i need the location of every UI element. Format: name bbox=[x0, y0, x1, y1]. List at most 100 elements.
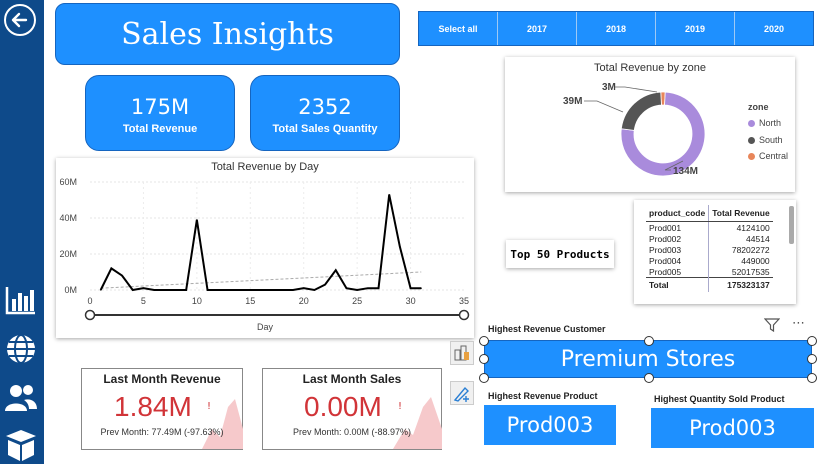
products-table[interactable]: product_code Total Revenue Prod001 41241… bbox=[634, 200, 796, 304]
series-line bbox=[99, 194, 422, 292]
resize-handle[interactable] bbox=[644, 373, 654, 383]
slicer-2017[interactable]: 2017 bbox=[498, 12, 577, 45]
legend-item-north[interactable]: North bbox=[748, 118, 781, 128]
slicer-2018[interactable]: 2018 bbox=[577, 12, 656, 45]
donut-chart-card[interactable]: Total Revenue by zone 3M 39M 134M zone Nor… bbox=[505, 57, 795, 192]
bar-chart-icon[interactable] bbox=[4, 283, 38, 317]
y-tick-label: 20M bbox=[59, 249, 77, 259]
y-tick-label: 60M bbox=[59, 177, 77, 187]
kpi-total-sales-quantity: 2352 Total Sales Quantity bbox=[250, 75, 400, 151]
data-point bbox=[110, 267, 112, 269]
resize-handle[interactable] bbox=[479, 336, 489, 346]
highest-quantity-product-card[interactable]: Prod003 bbox=[651, 408, 814, 448]
table-row[interactable]: Prod002 44514 bbox=[646, 233, 773, 244]
column-header[interactable]: Total Revenue bbox=[708, 205, 773, 222]
column-header[interactable]: product_code bbox=[646, 205, 709, 222]
table-row[interactable]: Prod004 449000 bbox=[646, 255, 773, 266]
kpi-total-revenue: 175M Total Revenue bbox=[85, 75, 235, 151]
x-tick-label: 20 bbox=[299, 296, 309, 306]
legend-dot bbox=[748, 137, 755, 145]
table-scrollbar[interactable] bbox=[789, 206, 794, 244]
last-month-revenue-card[interactable]: Last Month Revenue 1.84M ! Prev Month: 7… bbox=[81, 368, 243, 450]
zoom-slider-handle-right[interactable] bbox=[458, 309, 470, 321]
data-point bbox=[196, 219, 198, 221]
table-row[interactable]: Prod001 4124100 bbox=[646, 221, 773, 233]
format-brush-icon[interactable] bbox=[450, 381, 474, 405]
x-tick-label: 5 bbox=[141, 296, 146, 306]
data-point bbox=[377, 287, 380, 289]
card-value: 1.84M bbox=[114, 391, 192, 422]
legend-item-south[interactable]: South bbox=[748, 135, 783, 145]
data-point bbox=[292, 289, 294, 291]
data-point bbox=[217, 289, 219, 291]
card-value: 0.00M bbox=[304, 391, 382, 422]
resize-handle[interactable] bbox=[479, 354, 489, 364]
legend-label: Central bbox=[759, 151, 789, 161]
resize-handle[interactable] bbox=[807, 373, 817, 383]
data-point bbox=[356, 289, 358, 291]
highest-revenue-customer-label: Highest Revenue Customer bbox=[488, 324, 606, 334]
trend-line bbox=[100, 271, 422, 289]
highest-revenue-product-label: Highest Revenue Product bbox=[488, 391, 598, 401]
legend-label: North bbox=[759, 118, 782, 128]
data-point bbox=[388, 194, 390, 196]
x-tick-label: 25 bbox=[352, 296, 362, 306]
highest-revenue-product-card[interactable]: Prod003 bbox=[484, 405, 616, 445]
data-point bbox=[121, 275, 123, 277]
cell-product-code: Prod002 bbox=[649, 233, 682, 244]
line-chart-card[interactable]: Total Revenue by Day 60M 40M 20M 0M 0 5 10 15 20… bbox=[56, 158, 474, 338]
card-title: Last Month Sales bbox=[302, 372, 402, 386]
cell-product-code: Prod004 bbox=[649, 255, 682, 266]
data-point bbox=[228, 289, 230, 291]
resize-handle[interactable] bbox=[807, 336, 817, 346]
total-label: Total bbox=[646, 277, 709, 292]
card-subtitle: Prev Month: 77.49M (-97.63%) bbox=[100, 427, 224, 437]
visual-table-icon[interactable] bbox=[450, 341, 474, 365]
line-chart[interactable]: 60M 40M 20M 0M 0 5 10 15 20 25 30 35 bbox=[56, 158, 474, 338]
slicer-2020[interactable]: 2020 bbox=[735, 12, 813, 45]
data-point bbox=[399, 246, 401, 248]
data-point bbox=[281, 289, 283, 291]
last-month-sales-card[interactable]: Last Month Sales 0.00M ! Prev Month: 0.0… bbox=[262, 368, 442, 450]
card-subtitle: Prev Month: 0.00M (-88.97%) bbox=[292, 427, 412, 437]
y-tick-label: 40M bbox=[59, 213, 77, 223]
filter-icon[interactable] bbox=[763, 318, 781, 336]
box-icon[interactable] bbox=[4, 428, 38, 462]
warning-icon: ! bbox=[207, 401, 212, 412]
donut-leader-line bbox=[615, 86, 658, 93]
more-options-icon[interactable]: ⋯ bbox=[792, 316, 806, 331]
users-icon[interactable] bbox=[4, 381, 38, 415]
back-arrow-icon[interactable] bbox=[4, 4, 36, 36]
data-point bbox=[153, 289, 155, 291]
warning-icon: ! bbox=[398, 401, 403, 412]
cell-revenue: 4124100 bbox=[708, 221, 773, 233]
table-header-row: product_code Total Revenue bbox=[646, 205, 773, 222]
zoom-slider-handle-left[interactable] bbox=[84, 309, 96, 321]
resize-handle[interactable] bbox=[807, 354, 817, 364]
cell-product-code: Prod001 bbox=[649, 222, 682, 233]
table-total-row: Total 175323137 bbox=[646, 277, 773, 292]
table-row[interactable]: Prod003 78202272 bbox=[646, 244, 773, 255]
legend-label: South bbox=[759, 135, 783, 145]
x-tick-label: 35 bbox=[459, 296, 469, 306]
data-point bbox=[249, 289, 251, 291]
donut-slice-south bbox=[620, 91, 662, 131]
table-row[interactable]: Prod005 52017535 bbox=[646, 266, 773, 278]
data-point bbox=[206, 289, 209, 291]
slicer-select-all[interactable]: Select all bbox=[419, 12, 498, 45]
legend-dot bbox=[748, 120, 755, 128]
resize-handle[interactable] bbox=[479, 373, 489, 383]
legend-item-central[interactable]: Central bbox=[748, 151, 788, 161]
data-point bbox=[345, 287, 348, 289]
donut-data-label: 3M bbox=[602, 82, 616, 93]
resize-handle[interactable] bbox=[644, 336, 654, 346]
data-point bbox=[185, 289, 187, 291]
globe-icon[interactable] bbox=[4, 332, 38, 366]
cell-revenue: 449000 bbox=[708, 255, 773, 266]
slicer-2019[interactable]: 2019 bbox=[656, 12, 735, 45]
data-point bbox=[303, 287, 305, 289]
legend-title: zone bbox=[748, 102, 769, 112]
data-point bbox=[313, 289, 315, 291]
x-tick-label: 30 bbox=[406, 296, 416, 306]
kpi-label: Total Sales Quantity bbox=[272, 123, 378, 135]
